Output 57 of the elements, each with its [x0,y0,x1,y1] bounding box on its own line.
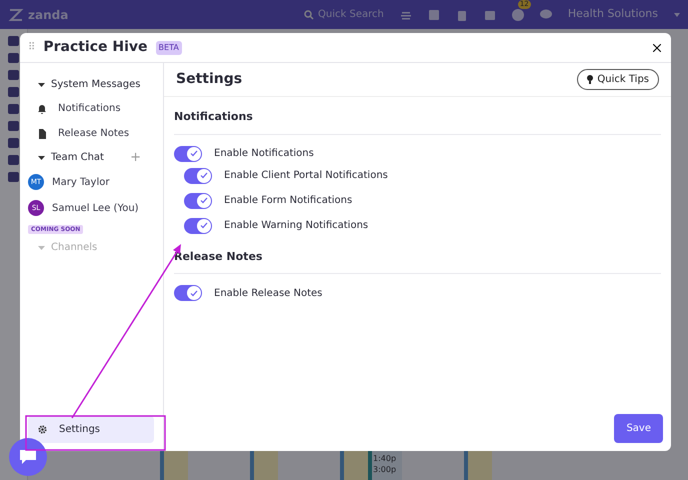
modal-title: Practice Hive [43,38,148,57]
caret-icon [38,154,45,160]
nav-icon[interactable] [8,70,19,80]
sidebar-item[interactable]: Release Notes [28,121,155,146]
appointment-tile[interactable] [340,450,368,480]
nav-icon[interactable] [8,121,19,131]
group-header[interactable]: System Messages [28,73,155,96]
toggle-label: Enable Client Portal Notifications [224,169,388,183]
time-label: 3:00p [373,464,396,475]
search-icon [304,10,314,20]
check-icon [190,150,198,157]
caret-icon [38,244,45,250]
check-icon [200,222,208,229]
logo-icon [8,6,24,22]
beta-tag: BETA [156,40,182,54]
tasks-icon[interactable] [512,8,524,20]
appointment-tile[interactable] [250,450,278,480]
quick-tips-button[interactable]: Quick Tips [577,69,659,90]
toggle-switch[interactable] [174,146,202,162]
lightbulb-icon [587,75,594,84]
caret-icon [674,12,680,16]
toggle-switch[interactable] [184,192,212,208]
nav-icon[interactable] [8,104,19,114]
group-header[interactable]: Team Chat [28,146,130,169]
toggle-switch[interactable] [184,218,212,234]
logo-text: zanda [28,6,68,24]
nav-icon[interactable] [8,53,19,63]
check-icon [200,172,208,179]
check-icon [200,197,208,204]
caret-icon [38,82,45,88]
sidebar-item[interactable]: Notifications [28,96,155,121]
chat-bubble-icon [19,449,37,465]
check-icon [190,290,198,296]
appointment-tile[interactable]: 1:40p 3:00p [368,450,402,480]
toggle-label: Enable Warning Notifications [224,219,368,233]
bell-icon [38,104,46,114]
save-button[interactable]: Save [614,414,663,443]
nav-icon[interactable] [8,172,19,182]
section-heading: Release Notes [174,236,661,274]
nav-icon[interactable] [8,36,19,46]
toggle-label: Enable Notifications [214,147,314,161]
toggle-label: Enable Release Notes [214,286,322,300]
nav-icon[interactable] [8,87,19,97]
toggle-label: Enable Form Notifications [224,194,352,208]
document-icon [38,128,46,138]
page-title: Settings [176,70,242,89]
appointment-tile[interactable] [160,450,188,480]
chat-icon[interactable] [540,9,552,20]
toggle-switch[interactable] [174,285,202,301]
time-label: 1:40p [373,453,396,464]
toggle-switch[interactable] [184,168,212,184]
settings-item[interactable]: Settings [28,416,154,443]
gear-icon [38,425,47,434]
section-heading: Notifications [174,97,661,134]
appointment-tile[interactable] [464,450,492,480]
nav-icon[interactable] [8,155,19,165]
nav-icon[interactable] [8,138,19,148]
